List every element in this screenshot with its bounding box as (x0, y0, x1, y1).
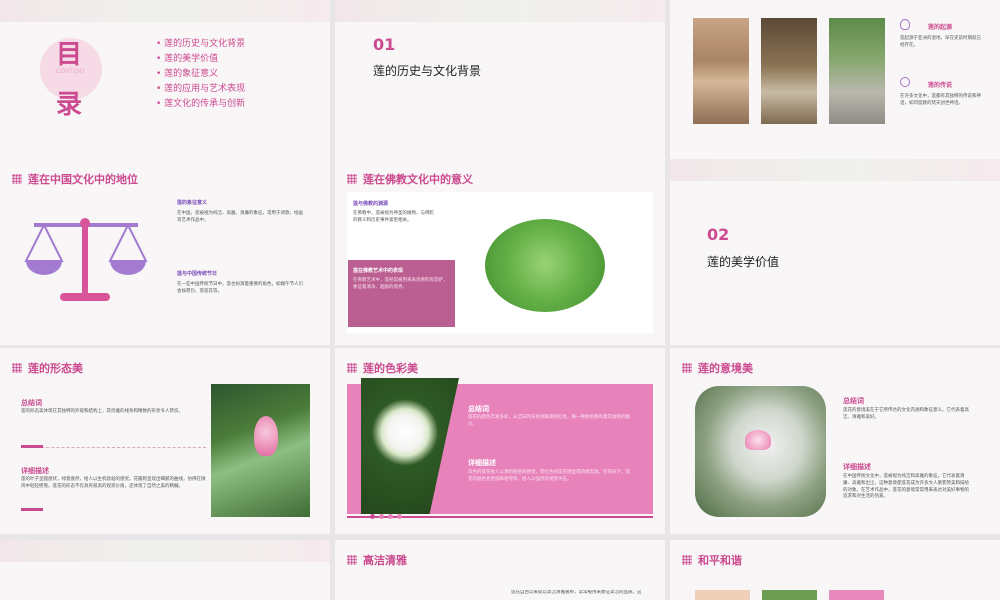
lotus-bud (254, 416, 278, 456)
toc-watermark: CONTENT (56, 68, 86, 75)
lotus-leaf-image (485, 219, 605, 312)
page-dots (370, 514, 402, 519)
flower-decoration (335, 0, 665, 22)
dots-icon (347, 555, 357, 565)
flower-decoration (0, 540, 330, 562)
dots-icon (347, 174, 357, 184)
toc-item[interactable]: • 莲的历史与文化背景 (156, 37, 245, 52)
slide-thumbnail-4[interactable]: 莲在中国文化中的地位 莲的象征意义 在中国，莲被视为纯洁、高雅、清廉的象征，常用… (0, 159, 330, 345)
slide-title-bar: 莲的色彩美 (347, 360, 418, 376)
accent-bar (21, 508, 43, 511)
slide-thumbnail-6[interactable]: 02 莲的美学价值 (670, 159, 1000, 345)
slide-thumbnail-12[interactable]: 和平和谐 (670, 540, 1000, 600)
detail-text: 莲的叶子呈圆盘状，绿意盎然，给人以生机勃勃的感觉。花瓣则呈现出细腻的曲线，仿佛在… (21, 477, 206, 489)
toc-item[interactable]: • 莲文化的传承与创新 (156, 97, 245, 112)
flower-decoration (0, 0, 330, 22)
bulb-icon (900, 19, 910, 30)
detail-text: 在中国传统文化中，莲被视为纯洁和高雅的象征。它代表着清廉、高雅和出尘，这种意境使… (843, 474, 969, 500)
dots-icon (347, 363, 357, 373)
dots-icon (12, 174, 22, 184)
section-title: 莲的美学价值 (707, 255, 780, 269)
accent-bar (21, 445, 43, 448)
buddhism-origin-heading: 莲与佛教的渊源 (353, 201, 389, 207)
symbol-heading: 莲的象征意义 (177, 200, 208, 206)
slide-thumbnail-9[interactable]: 莲的意境美 总结词 莲花的意境美在于它所传达的文化内涵和象征意义，它代表着高洁、… (670, 348, 1000, 534)
toc-list: • 莲的历史与文化背景 • 莲的美学价值 • 莲的象征意义 • 莲的应用与艺术表… (156, 37, 245, 112)
detail-heading: 详细描述 (21, 467, 49, 475)
buddhist-art-heading: 莲在佛教艺术中的表现 (353, 268, 404, 274)
slide-title-bar: 莲在中国文化中的地位 (12, 171, 138, 187)
symbol-text: 在中国，莲被视为纯洁、高雅、清廉的象征，常用于诗歌、绘画等艺术作品中。 (177, 211, 303, 223)
origin-heading: 莲的起源 (928, 24, 953, 31)
summary-heading: 总结词 (468, 405, 489, 413)
festival-heading: 莲与中国传统节日 (177, 271, 218, 277)
dots-icon (12, 363, 22, 373)
summary-text: 莲的形态美体现在其独特的外观和结构上，其优雅的线条和精致的形状令人赞叹。 (21, 409, 183, 414)
slide-thumbnail-5[interactable]: 莲在佛教文化中的意义 莲与佛教的渊源 在佛教中，莲被视为神圣的植物，与佛陀的教义… (335, 159, 665, 345)
summary-text: 莲花的意境美在于它所传达的文化内涵和象征意义，它代表着高洁、清雅和美好。 (843, 408, 969, 420)
slide-title: 莲的意境美 (698, 362, 753, 375)
section-title: 莲的历史与文化背景 (373, 64, 482, 78)
peach-image (695, 590, 750, 600)
dot (397, 514, 402, 519)
dots-icon (682, 363, 692, 373)
scale-icon (24, 218, 148, 301)
lotus-flower (745, 430, 771, 450)
buddhism-origin-text: 在佛教中，莲被视为神圣的植物，与佛陀的教义和历史事件紧密相关。 (353, 211, 434, 223)
slide-title: 莲在中国文化中的地位 (28, 173, 138, 186)
slide-thumbnail-7[interactable]: 莲的形态美 总结词 莲的形态美体现在其独特的外观和结构上，其优雅的线条和精致的形… (0, 348, 330, 534)
festival-text: 在一些中国传统节日中，莲也扮演着重要的角色，如端午节人们会採荷包、赏莲花等。 (177, 282, 303, 294)
toc-item[interactable]: • 莲的象征意义 (156, 67, 245, 82)
legend-text: 在许多文化中，莲都有其独特的传说和神话，如印度教的梵天创世神话。 (900, 94, 981, 106)
toc-item[interactable]: • 莲的美学价值 (156, 52, 245, 67)
summary-text: 莲花的颜色丰富多彩，从洁白的白色到鲜艳的红色，每一种颜色都有着其独特的魅力。 (468, 415, 630, 427)
body-text: 莲花自古以来就以高洁清雅著称，常常被用来象征高洁的品质。这 (511, 590, 642, 595)
divider-line (21, 447, 206, 448)
buddhist-art-text: 在佛教艺术中，莲经常被用来表现佛陀和菩萨，象征着清净、超脱的境界。 (353, 278, 448, 290)
toc-item[interactable]: • 莲的应用与艺术表现 (156, 82, 245, 97)
detail-text: 白色的莲花给人以清新脱俗的感觉，而红色的莲花则显得热情奔放。在阳光下，莲花的颜色… (468, 470, 630, 482)
slide-title-bar: 莲的形态美 (12, 360, 83, 376)
summary-heading: 总结词 (21, 399, 42, 407)
slide-title: 莲的形态美 (28, 362, 83, 375)
slide-title-bar: 莲在佛教文化中的意义 (347, 171, 473, 187)
legend-heading: 莲的传说 (928, 82, 953, 89)
slide-title: 莲的色彩美 (363, 362, 418, 375)
slide-title-bar: 莲的意境美 (682, 360, 753, 376)
toc-title-top: 目 (56, 40, 83, 70)
pink-image (829, 590, 884, 600)
slide-thumbnail-10[interactable] (0, 540, 330, 600)
slide-title-bar: 高洁清雅 (347, 552, 407, 568)
slide-thumbnail-8[interactable]: 莲的色彩美 总结词 莲花的颜色丰富多彩，从洁白的白色到鲜艳的红色，每一种颜色都有… (335, 348, 665, 534)
toc-title-bottom: 录 (56, 90, 83, 120)
section-number: 01 (373, 35, 396, 54)
slide-title: 高洁清雅 (363, 554, 407, 567)
slide-title: 和平和谐 (698, 554, 742, 567)
slide-title: 莲在佛教文化中的意义 (363, 173, 473, 186)
origin-text: 莲起源于亚洲的湿地，早在史前时期就已经存在。 (900, 36, 981, 48)
slide-title-bar: 和平和谐 (682, 552, 742, 568)
dot (379, 514, 384, 519)
misty-lotus-image (695, 386, 826, 517)
dot (370, 514, 375, 519)
section-number: 02 (707, 225, 730, 244)
legend-icon (900, 77, 910, 87)
stone-carving-image (693, 18, 749, 124)
dot (388, 514, 393, 519)
lotus-image (762, 590, 817, 600)
detail-heading: 详细描述 (468, 459, 496, 467)
detail-heading: 详细描述 (843, 463, 871, 471)
dots-icon (682, 555, 692, 565)
slide-thumbnail-11[interactable]: 高洁清雅 莲花自古以来就以高洁清雅著称，常常被用来象征高洁的品质。这 (335, 540, 665, 600)
classroom-image (761, 18, 817, 124)
stone-path-image (829, 18, 885, 124)
summary-heading: 总结词 (843, 397, 864, 405)
flower-decoration (670, 159, 1000, 181)
